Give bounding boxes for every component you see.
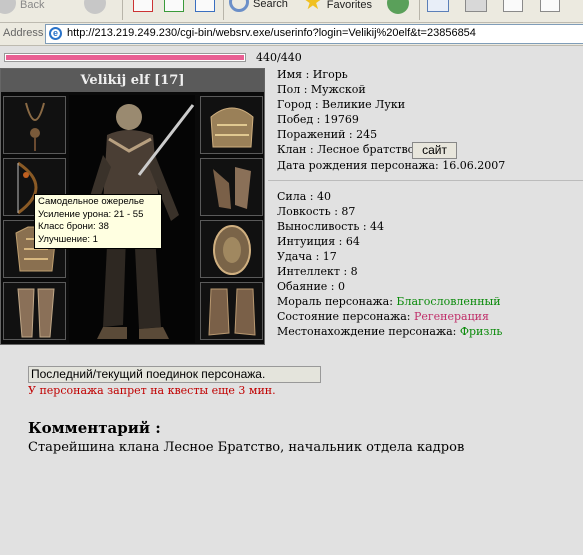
tooltip-armor: Класс брони: 38: [38, 221, 109, 233]
state-value: Регенерация: [413, 310, 489, 323]
forward-button[interactable]: [84, 0, 106, 14]
boots-icon: [208, 288, 256, 336]
necklace-icon: [25, 102, 45, 151]
mail-button[interactable]: [427, 0, 449, 12]
boots-slot[interactable]: [200, 282, 263, 340]
stat-strength: Сила : 40: [277, 190, 331, 203]
state-row: Состояние персонажа: Регенерация: [277, 310, 489, 323]
home-button[interactable]: [195, 0, 215, 12]
profile-gender: Пол : Мужской: [277, 83, 366, 96]
leggings-icon: [17, 288, 55, 338]
section-divider: [268, 180, 583, 181]
toolbar-separator: [223, 0, 224, 20]
search-label: Search: [253, 0, 288, 10]
shield-slot[interactable]: [200, 220, 263, 278]
refresh-icon: [164, 0, 184, 12]
profile-birth: Дата рождения персонажа: 16.06.2007: [277, 159, 506, 172]
comment-text: Старейшина клана Лесное Братство, началь…: [28, 440, 465, 455]
profile-wins: Побед : 19769: [277, 113, 359, 126]
history-button[interactable]: [387, 0, 409, 14]
state-label: Состояние персонажа:: [277, 310, 414, 323]
address-input[interactable]: e http://213.219.249.230/cgi-bin/websrv.…: [45, 24, 583, 44]
item-tooltip: Самодельное ожерелье Усиление урона: 21 …: [34, 194, 162, 249]
edit-icon: [503, 0, 523, 12]
profile-clan: Клан : Лесное братство:: [277, 143, 418, 156]
back-button[interactable]: Back: [0, 0, 44, 14]
character-panel: Velikij elf [17] Самодельное ожерелье Ус…: [0, 68, 265, 345]
search-icon: [229, 0, 249, 12]
morale-label: Мораль персонажа:: [277, 295, 397, 308]
location-label: Местонахождение персонажа:: [277, 325, 460, 338]
stat-intellect: Интеллект : 8: [277, 265, 358, 278]
location-row: Местонахождение персонажа: Фризль: [277, 325, 502, 338]
stat-intuition: Интуиция : 64: [277, 235, 360, 248]
address-bar: Address e http://213.219.249.230/cgi-bin…: [0, 23, 583, 46]
browser-toolbar: Back Search ★ Favorites: [0, 0, 583, 23]
hp-bar-fill: [6, 55, 244, 60]
profile-losses: Поражений : 245: [277, 128, 378, 141]
quest-ban-notice: У персонажа запрет на квесты еще 3 мин.: [28, 384, 276, 397]
gloves-icon: [213, 167, 251, 209]
edit-button[interactable]: [503, 0, 523, 12]
tooltip-upgrade: Улучшение: 1: [38, 234, 98, 246]
forward-arrow-icon: [84, 0, 106, 14]
shield-icon: [213, 225, 251, 275]
toolbar-separator: [122, 0, 123, 20]
gloves-slot[interactable]: [200, 158, 263, 216]
hp-bar: [4, 53, 246, 62]
profile-name: Имя : Игорь: [277, 68, 348, 81]
mail-icon: [427, 0, 449, 12]
stat-agility: Ловкость : 87: [277, 205, 356, 218]
back-arrow-icon: [0, 0, 16, 14]
tooltip-title: Самодельное ожерелье: [38, 196, 145, 207]
necklace-slot[interactable]: [3, 96, 66, 154]
discuss-icon: [540, 0, 560, 12]
comment-title: Комментарий :: [28, 419, 161, 437]
printer-icon: [465, 0, 487, 12]
stop-button[interactable]: [133, 0, 153, 12]
address-url[interactable]: http://213.219.249.230/cgi-bin/websrv.ex…: [67, 27, 476, 39]
clan-site-button[interactable]: сайт: [412, 142, 457, 159]
shoulder-armor-slot[interactable]: [200, 96, 263, 154]
shoulder-armor-icon: [210, 107, 254, 148]
stat-charm: Обаяние : 0: [277, 280, 346, 293]
toolbar-separator: [419, 0, 420, 20]
location-value[interactable]: Фризль: [460, 325, 502, 338]
refresh-button[interactable]: [164, 0, 184, 12]
ie-page-icon: e: [49, 27, 62, 40]
leggings-slot[interactable]: [3, 282, 66, 340]
history-icon: [387, 0, 409, 14]
last-battle-button[interactable]: Последний/текущий поединок персонажа.: [28, 366, 321, 383]
back-label: Back: [20, 0, 45, 11]
favorites-label: Favorites: [326, 0, 372, 11]
stat-endurance: Выносливость : 44: [277, 220, 385, 233]
hp-text: 440/440: [256, 51, 302, 64]
address-label: Address: [3, 27, 44, 39]
character-name: Velikij elf [17]: [1, 69, 264, 92]
star-icon: ★: [303, 0, 323, 15]
search-button[interactable]: Search: [229, 0, 288, 12]
profile-city: Город : Великие Луки: [277, 98, 406, 111]
tooltip-damage: Усиление урона: 21 - 55: [38, 208, 144, 220]
morale-value: Благословленный: [396, 295, 501, 308]
home-icon: [195, 0, 215, 12]
favorites-button[interactable]: ★ Favorites: [303, 0, 372, 14]
stat-luck: Удача : 17: [277, 250, 337, 263]
discuss-button[interactable]: [540, 0, 560, 12]
morale-row: Мораль персонажа: Благословленный: [277, 295, 501, 308]
print-button[interactable]: [465, 0, 487, 12]
stop-icon: [133, 0, 153, 12]
